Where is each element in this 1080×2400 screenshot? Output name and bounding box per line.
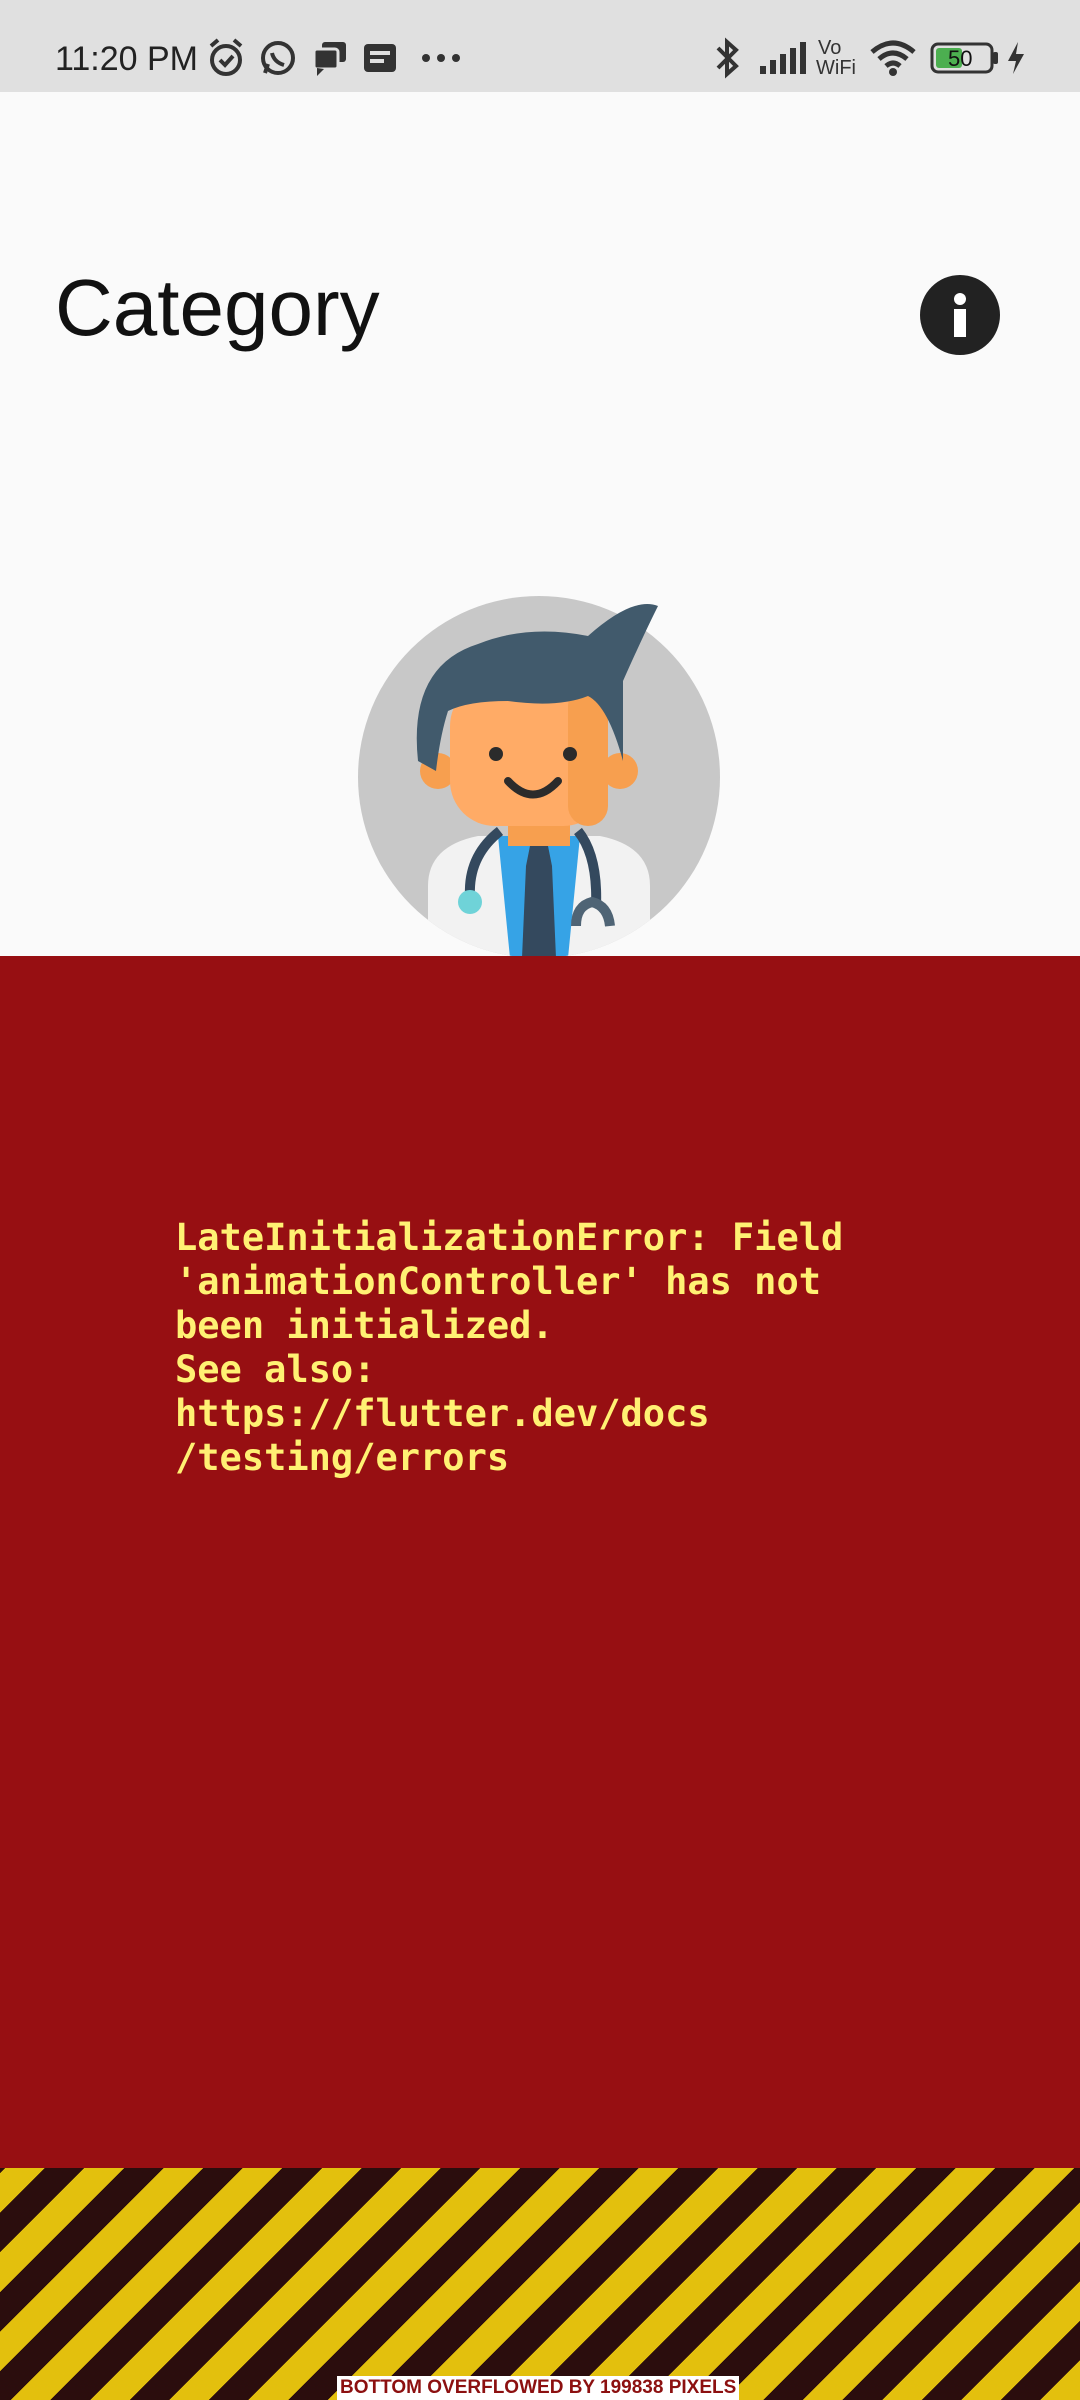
overflow-warning-stripes: [0, 2168, 1080, 2400]
vowifi-icon: Vo WiFi: [816, 36, 862, 84]
charging-icon: [1004, 36, 1028, 84]
page-title: Category: [55, 263, 380, 352]
vowifi-bottom-text: WiFi: [816, 57, 856, 79]
message-icon: [360, 36, 400, 84]
overflow-label: BOTTOM OVERFLOWED BY 199838 PIXELS: [337, 2376, 740, 2400]
info-button[interactable]: [920, 275, 1000, 355]
bluetooth-icon: [710, 36, 746, 84]
status-time: 11:20 PM: [55, 40, 199, 78]
chat-icon: [310, 36, 350, 84]
error-panel: LateInitializationError: Field 'animatio…: [0, 956, 1080, 2168]
alarm-icon: [206, 36, 246, 84]
wifi-icon: [868, 36, 918, 84]
status-bar: 11:20 PM Vo WiFi 50: [0, 0, 1080, 92]
error-message: LateInitializationError: Field 'animatio…: [175, 1216, 844, 1479]
cellular-signal-icon: [758, 36, 810, 84]
whatsapp-icon: [258, 36, 298, 84]
info-icon: [954, 293, 966, 337]
doctor-avatar-icon: [358, 596, 720, 958]
battery-icon: 50: [930, 36, 1000, 84]
vowifi-top-text: Vo: [818, 37, 842, 59]
more-dots-icon: [420, 36, 464, 84]
battery-level-text: 50: [948, 46, 973, 71]
